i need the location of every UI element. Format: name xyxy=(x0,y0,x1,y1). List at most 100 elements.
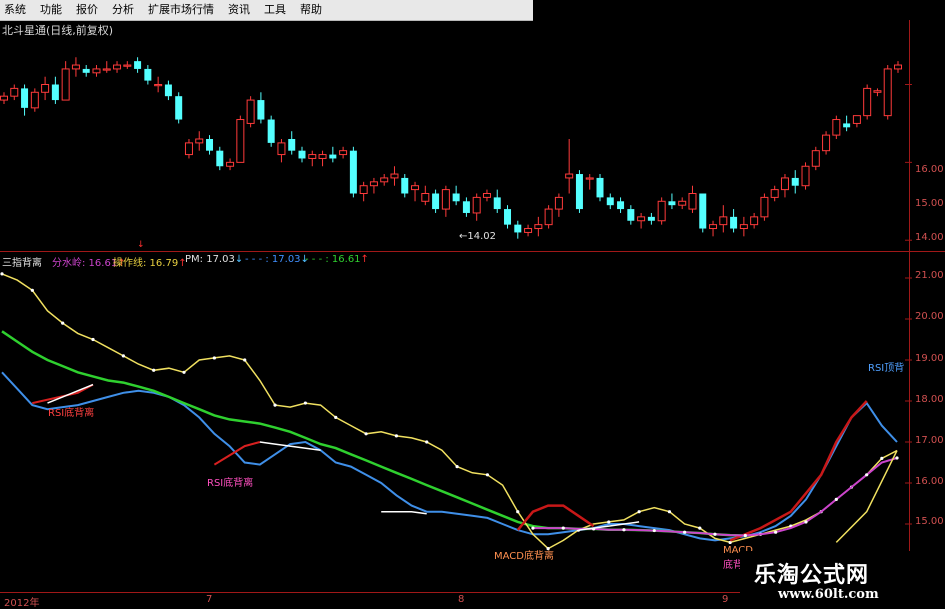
low-price-label: ←14.02 xyxy=(459,231,497,242)
small-arrow-marker: ↓ xyxy=(137,240,145,250)
candle-body-down xyxy=(51,84,59,101)
yellow-line-point xyxy=(212,356,216,360)
candle-body-up xyxy=(308,154,317,159)
candle-body-down xyxy=(668,201,676,206)
yellow-line-point xyxy=(667,510,672,514)
candle-body-up xyxy=(719,216,728,226)
candle-body-up xyxy=(565,173,574,179)
yellow-line-point xyxy=(728,540,732,545)
candle-body-up xyxy=(0,95,8,101)
date-axis-9: 9 xyxy=(722,594,729,605)
candle-body-up xyxy=(852,115,861,124)
candle-body-up xyxy=(236,119,245,163)
candle-body-up xyxy=(472,196,481,214)
white-segment-1 xyxy=(47,383,94,404)
candle-body-down xyxy=(164,84,172,97)
watermark: 乐淘公式网 www.60lt.com xyxy=(740,551,945,609)
candle-body-up xyxy=(554,196,563,210)
ind-axis-21: 21.00 xyxy=(915,270,944,281)
watermark-url: www.60lt.com xyxy=(778,587,879,602)
macd-divergence-label-1: MACD底背离 xyxy=(494,551,554,562)
yellow-line-point xyxy=(91,337,95,342)
candle-body-up xyxy=(780,177,789,191)
magenta-line-point xyxy=(561,526,565,530)
candles-group xyxy=(0,57,902,239)
watermark-title: 乐淘公式网 xyxy=(754,563,870,588)
yellow-line-point xyxy=(0,272,4,276)
price-axis-15: 15.00 xyxy=(915,198,944,209)
candle-body-down xyxy=(21,88,29,108)
candle-body-down xyxy=(575,174,583,210)
candle-body-down xyxy=(730,216,738,229)
yellow-line-point xyxy=(455,465,459,469)
candle-body-down xyxy=(596,177,604,198)
candle-body-down xyxy=(627,209,635,221)
candle-body-up xyxy=(318,154,327,159)
candle-body-down xyxy=(329,154,337,159)
magenta-line-point xyxy=(622,528,626,532)
candle-body-up xyxy=(770,189,779,198)
candle-body-up xyxy=(524,228,533,233)
price-axis-16: 16.00 xyxy=(915,164,944,175)
yellow-line-point xyxy=(880,456,884,460)
candle-body-down xyxy=(206,139,214,151)
candle-body-up xyxy=(811,150,820,167)
yellow-line-point xyxy=(425,440,429,444)
legend-green-arrow: ↑ xyxy=(360,254,369,265)
ind-axis-16: 16.00 xyxy=(915,476,944,487)
ind-axis-18: 18.00 xyxy=(915,394,944,405)
magenta-line-point xyxy=(804,520,808,524)
indicator-name: 三指背离 xyxy=(2,258,42,269)
yellow-line-point xyxy=(485,473,490,477)
candle-body-up xyxy=(359,185,368,194)
yellow-operation-line xyxy=(1,273,898,550)
candle-body-down xyxy=(699,193,707,229)
rsi-top-divergence-label: RSI顶背 xyxy=(868,363,905,374)
candle-body-up xyxy=(657,200,666,222)
date-axis-8: 8 xyxy=(458,594,465,605)
candle-body-down xyxy=(216,150,224,167)
ind-axis-15: 15.00 xyxy=(915,516,944,527)
ind-axis-20: 20.00 xyxy=(915,311,944,322)
yellow-line-point xyxy=(61,321,65,325)
candle-body-up xyxy=(534,224,543,230)
legend-green-series: - - - : 16.61↑ xyxy=(305,254,369,265)
yellow-line-point xyxy=(394,434,399,438)
candle-body-up xyxy=(339,150,348,156)
yellow-line-point xyxy=(303,401,307,405)
candle-body-down xyxy=(267,119,275,143)
candle-body-up xyxy=(709,224,718,230)
candle-body-down xyxy=(288,139,296,151)
legend-pm-arrow: ↓ xyxy=(234,254,244,265)
candle-body-down xyxy=(134,61,142,69)
yellow-line-point xyxy=(364,432,368,436)
magenta-line-point xyxy=(743,533,747,538)
candle-body-down xyxy=(82,68,90,73)
candle-body-up xyxy=(195,138,204,144)
price-axis-14: 14.00 xyxy=(915,232,944,243)
candle-body-down xyxy=(493,197,501,210)
candle-body-up xyxy=(10,87,19,97)
magenta-line-point xyxy=(531,526,535,530)
candle-body-up xyxy=(61,68,70,101)
candle-body-down xyxy=(432,193,440,210)
magenta-line-point xyxy=(865,473,869,477)
white-segment-3 xyxy=(381,510,427,515)
candle-body-down xyxy=(452,193,460,202)
candle-body-up xyxy=(894,64,902,70)
indicator-grid xyxy=(905,277,912,525)
candle-body-up xyxy=(482,193,491,198)
candle-body-up xyxy=(421,193,430,202)
magenta-line-point xyxy=(683,530,687,534)
magenta-line-point xyxy=(774,530,778,534)
yellow-line-point xyxy=(637,510,641,514)
candle-body-up xyxy=(226,161,235,167)
chart-canvas[interactable]: ↓ xyxy=(0,0,945,609)
red-divergence-line-4 xyxy=(729,400,868,542)
red-divergence-line-3 xyxy=(516,504,595,531)
magenta-line-dots xyxy=(531,456,899,538)
magenta-line-point xyxy=(652,528,656,533)
candle-body-up xyxy=(883,68,892,117)
magenta-line-point xyxy=(834,497,838,501)
rsi-divergence-label-1: RSI底背离 xyxy=(48,408,95,419)
